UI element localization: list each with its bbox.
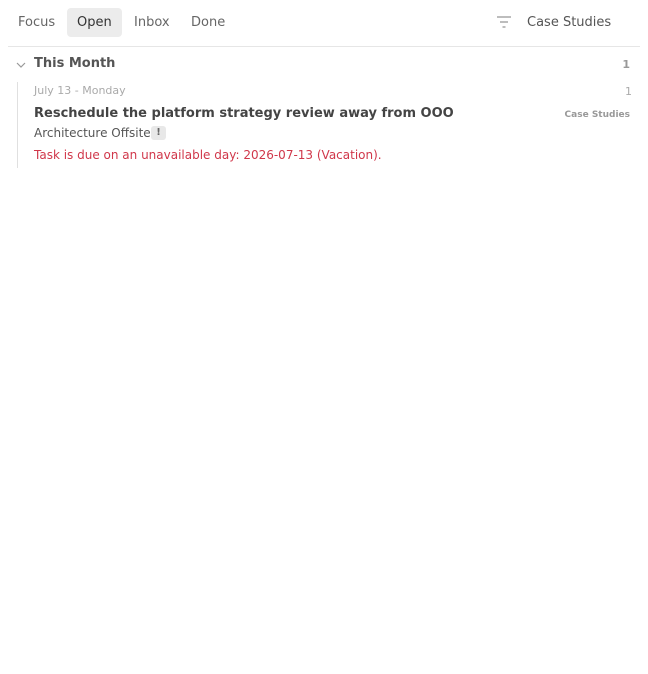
filter-icon[interactable] <box>496 15 512 29</box>
group-header-this-month[interactable]: This Month 1 <box>8 54 640 76</box>
priority-badge: ! <box>151 126 166 140</box>
tab-inbox[interactable]: Inbox <box>124 8 180 37</box>
group-body: July 13 - Monday 1 Reschedule the platfo… <box>17 82 640 168</box>
group-title: This Month <box>34 56 116 71</box>
top-toolbar: Focus Open Inbox Done Case Studies <box>8 0 640 47</box>
task-tag: Case Studies <box>564 110 630 120</box>
group-count: 1 <box>622 58 630 71</box>
day-count: 1 <box>625 85 632 98</box>
task-project: Architecture Offsite <box>34 126 151 140</box>
tab-focus[interactable]: Focus <box>8 8 65 37</box>
day-label: July 13 - Monday <box>34 84 126 97</box>
tab-open[interactable]: Open <box>67 8 122 37</box>
task-warning: Task is due on an unavailable day: 2026-… <box>34 148 382 162</box>
scope-selector[interactable]: Case Studies <box>527 8 611 37</box>
tab-done[interactable]: Done <box>181 8 235 37</box>
chevron-down-icon[interactable] <box>16 61 26 69</box>
task-title[interactable]: Reschedule the platform strategy review … <box>34 106 454 121</box>
